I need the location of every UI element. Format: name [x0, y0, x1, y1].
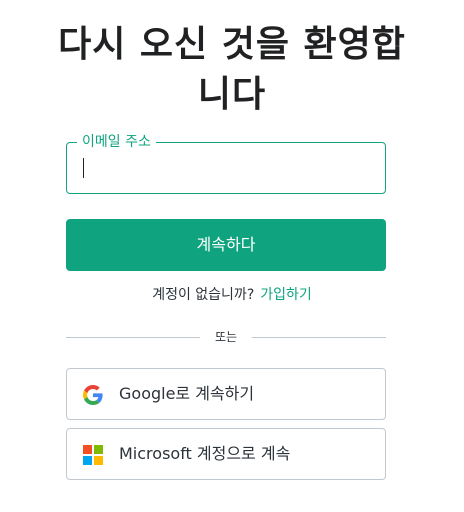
google-icon [83, 385, 103, 405]
divider-text: 또는 [214, 330, 238, 344]
microsoft-icon [83, 445, 103, 465]
page-title: 다시 오신 것을 환영합 니다 [0, 20, 464, 120]
page-title-line-1: 다시 오신 것을 환영합 [58, 24, 406, 65]
google-login-label: Google로 계속하기 [119, 384, 255, 403]
microsoft-login-label: Microsoft 계정으로 계속 [119, 444, 291, 463]
signup-link[interactable]: 가입하기 [260, 287, 312, 303]
microsoft-icon-yellow [94, 456, 103, 465]
continue-button[interactable]: 계속하다 [66, 219, 386, 271]
microsoft-icon-green [94, 445, 103, 454]
signup-prompt: 계정이 없습니까? [152, 287, 255, 303]
microsoft-login-button[interactable]: Microsoft 계정으로 계속 [66, 428, 386, 480]
signup-row: 계정이 없습니까? 가입하기 [0, 285, 464, 305]
email-field[interactable]: 이메일 주소 [66, 133, 386, 194]
microsoft-icon-blue [83, 456, 92, 465]
google-login-button[interactable]: Google로 계속하기 [66, 368, 386, 420]
microsoft-icon-red [83, 445, 92, 454]
divider-line-right [252, 337, 386, 338]
email-input[interactable] [83, 143, 373, 193]
page-title-line-2: 니다 [197, 74, 267, 115]
divider-line-left [66, 337, 200, 338]
